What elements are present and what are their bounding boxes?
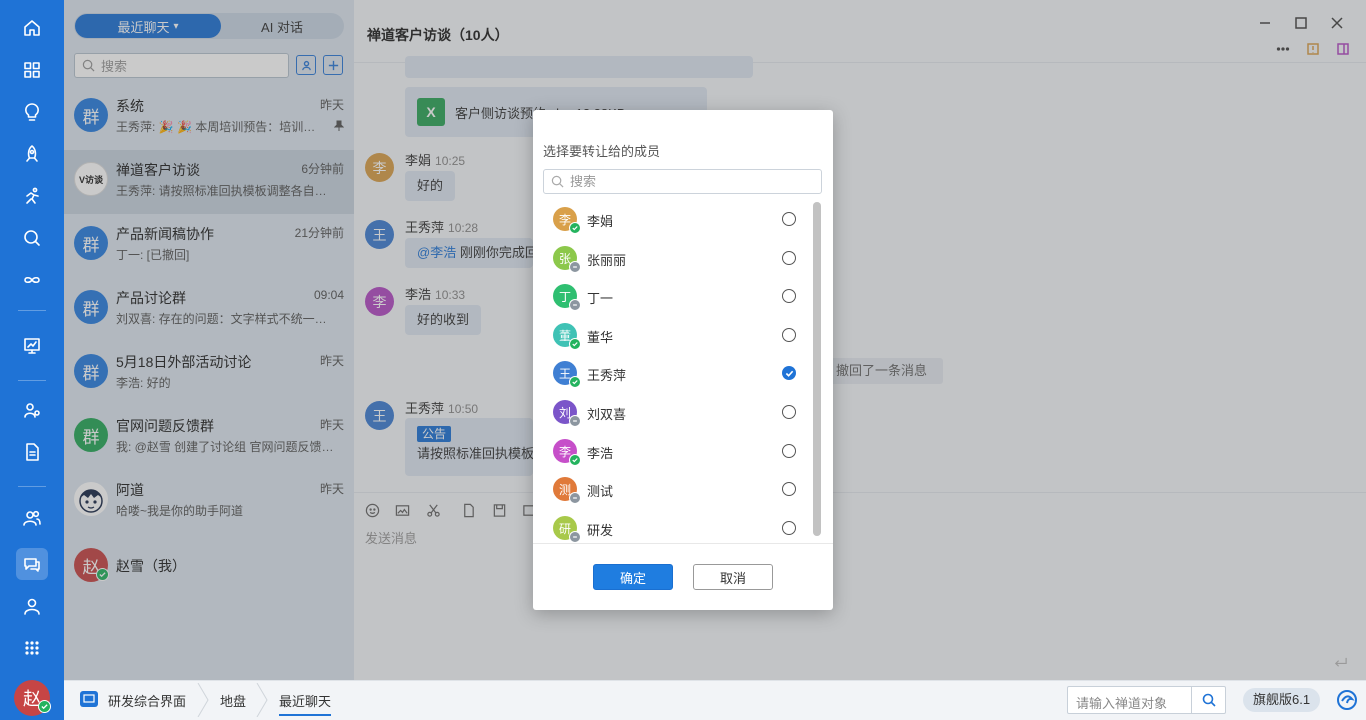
- member-name: 李娟: [587, 214, 614, 229]
- confirm-button[interactable]: 确定: [593, 564, 673, 590]
- home-icon[interactable]: [20, 16, 44, 40]
- member-name: 董华: [587, 330, 614, 345]
- member-option[interactable]: 张 张丽丽: [533, 240, 818, 278]
- contacts-icon[interactable]: [20, 506, 44, 530]
- away-status-icon: [569, 531, 581, 543]
- chat-icon[interactable]: [20, 552, 44, 576]
- member-option[interactable]: 董 董华: [533, 317, 818, 355]
- nav-divider: [18, 310, 46, 311]
- member-name: 李浩: [587, 446, 614, 461]
- board-icon[interactable]: [20, 334, 44, 358]
- dialog-footer-divider: [533, 543, 833, 544]
- member-name: 刘双喜: [587, 407, 627, 422]
- member-radio-checked[interactable]: [782, 366, 796, 380]
- member-name: 丁一: [587, 291, 614, 306]
- member-radio[interactable]: [782, 482, 796, 496]
- apps-icon[interactable]: [20, 636, 44, 660]
- breadcrumb-my-turf[interactable]: 地盘: [220, 691, 246, 710]
- zentao-search-input[interactable]: 请输入禅道对象: [1067, 686, 1226, 714]
- member-radio[interactable]: [782, 405, 796, 419]
- breadcrumb-recent-chats[interactable]: 最近聊天: [279, 691, 332, 716]
- member-option[interactable]: 李 李娟: [533, 201, 818, 239]
- member-option[interactable]: 研 研发: [533, 510, 818, 543]
- member-name: 张丽丽: [587, 253, 627, 268]
- grid-icon[interactable]: [20, 58, 44, 82]
- runner-icon[interactable]: [20, 184, 44, 208]
- person-icon[interactable]: [20, 594, 44, 618]
- dialog-title: 选择要转让给的成员: [543, 144, 661, 159]
- scrollbar-thumb[interactable]: [813, 202, 821, 536]
- breadcrumb-separator: [256, 683, 268, 717]
- nav-divider: [18, 380, 46, 381]
- breadcrumb-separator: [197, 683, 209, 717]
- settings-person-icon[interactable]: [20, 398, 44, 422]
- cancel-button[interactable]: 取消: [693, 564, 773, 590]
- member-name: 测试: [587, 484, 614, 499]
- away-status-icon: [569, 261, 581, 273]
- member-option[interactable]: 测 测试: [533, 471, 818, 509]
- search-icon: [1202, 693, 1216, 707]
- member-radio[interactable]: [782, 521, 796, 535]
- member-name: 王秀萍: [587, 368, 627, 383]
- nav-divider: [18, 486, 46, 487]
- member-radio[interactable]: [782, 328, 796, 342]
- online-status-icon: [569, 376, 581, 388]
- member-option[interactable]: 刘 刘双喜: [533, 394, 818, 432]
- breadcrumb-workspace[interactable]: 研发综合界面: [108, 691, 186, 710]
- search-icon: [551, 175, 564, 188]
- zentao-logo-icon[interactable]: [1336, 689, 1358, 711]
- member-search-input[interactable]: 搜索: [543, 169, 822, 194]
- transfer-member-dialog: 选择要转让给的成员 搜索 李 李娟 张 张丽丽 丁 丁一 董 董华 王 王秀萍 …: [533, 110, 833, 610]
- member-option[interactable]: 丁 丁一: [533, 278, 818, 316]
- online-status-icon: [569, 338, 581, 350]
- online-status-icon: [38, 700, 51, 713]
- search-nav-icon[interactable]: [20, 226, 44, 250]
- zentao-search-button[interactable]: [1191, 687, 1225, 713]
- member-radio[interactable]: [782, 444, 796, 458]
- online-status-icon: [569, 222, 581, 234]
- search-placeholder: 搜索: [570, 174, 597, 189]
- member-name: 研发: [587, 523, 614, 538]
- away-status-icon: [569, 299, 581, 311]
- bulb-icon[interactable]: [20, 100, 44, 124]
- infinity-icon[interactable]: [20, 268, 44, 292]
- member-option[interactable]: 李 李浩: [533, 433, 818, 471]
- version-badge[interactable]: 旗舰版6.1: [1243, 688, 1321, 712]
- away-status-icon: [569, 492, 581, 504]
- check-icon: [785, 370, 793, 377]
- zentao-search-placeholder: 请输入禅道对象: [1076, 696, 1168, 711]
- online-status-icon: [569, 454, 581, 466]
- member-radio[interactable]: [782, 251, 796, 265]
- rocket-icon[interactable]: [20, 142, 44, 166]
- member-radio[interactable]: [782, 212, 796, 226]
- member-radio[interactable]: [782, 289, 796, 303]
- document-icon[interactable]: [20, 440, 44, 464]
- member-option-selected[interactable]: 王 王秀萍: [533, 355, 818, 393]
- workspace-icon[interactable]: [80, 691, 98, 707]
- away-status-icon: [569, 415, 581, 427]
